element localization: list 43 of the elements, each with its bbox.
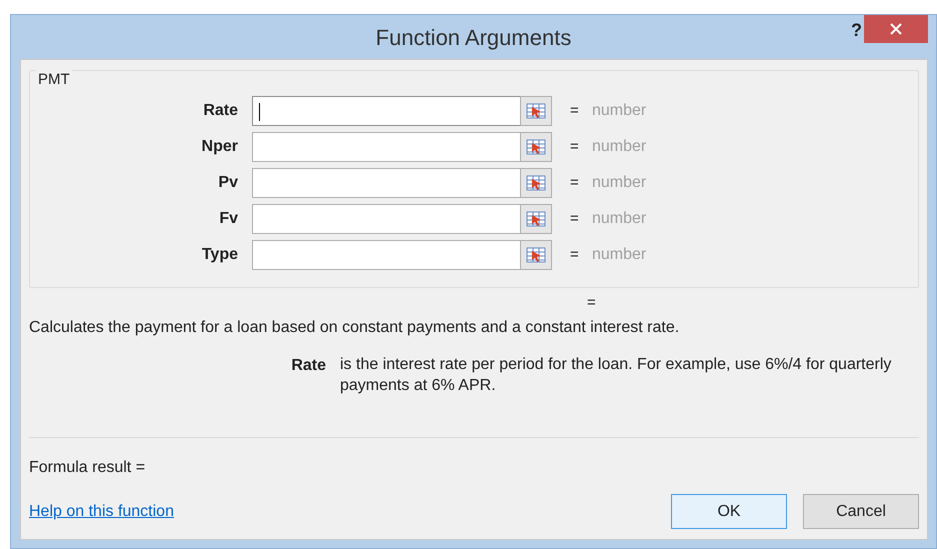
argument-label: Rate bbox=[202, 101, 239, 121]
close-button[interactable] bbox=[864, 15, 928, 43]
argument-label: Fv bbox=[218, 209, 239, 229]
spreadsheet-arrow-icon bbox=[526, 246, 546, 264]
argument-result: number bbox=[592, 245, 646, 265]
argument-result: number bbox=[592, 209, 646, 229]
formula-result: Formula result = bbox=[29, 459, 146, 476]
equals-sign: = bbox=[570, 244, 580, 265]
text-cursor bbox=[259, 103, 260, 121]
argument-field[interactable] bbox=[252, 204, 520, 234]
function-description: Calculates the payment for a loan based on constant payments and a constant interest rate. bbox=[29, 318, 680, 338]
spreadsheet-arrow-icon bbox=[526, 174, 546, 192]
argument-field[interactable] bbox=[252, 132, 520, 162]
argument-label: Pv bbox=[217, 173, 239, 193]
argument-field[interactable] bbox=[252, 96, 520, 126]
argument-result: number bbox=[592, 173, 646, 193]
help-link[interactable]: Help on this function bbox=[29, 500, 174, 524]
argument-field[interactable] bbox=[252, 240, 520, 270]
collapse-dialog-button[interactable] bbox=[520, 240, 552, 270]
collapse-dialog-button[interactable] bbox=[520, 132, 552, 162]
cancel-button[interactable]: Cancel bbox=[803, 494, 919, 529]
argument-description: is the interest rate per period for the loan. For example, use 6%/4 for quarterly payments at 6% APR. bbox=[340, 355, 892, 396]
argument-field[interactable] bbox=[252, 168, 520, 198]
collapse-dialog-button[interactable] bbox=[520, 168, 552, 198]
argument-result: number bbox=[592, 101, 646, 121]
equals-sign: = bbox=[570, 136, 580, 157]
spreadsheet-arrow-icon bbox=[526, 102, 546, 120]
equals-sign: = bbox=[570, 172, 580, 193]
argument-label: Type bbox=[200, 245, 239, 265]
equals-sign: = bbox=[570, 100, 580, 121]
collapse-dialog-button[interactable] bbox=[520, 204, 552, 234]
close-icon bbox=[890, 23, 902, 35]
argument-label: Nper bbox=[200, 137, 239, 157]
function-result: = bbox=[587, 294, 596, 311]
help-button[interactable]: ? bbox=[851, 17, 862, 44]
spreadsheet-arrow-icon bbox=[526, 210, 546, 228]
ok-button[interactable]: OK bbox=[671, 494, 787, 529]
window-title: Function Arguments bbox=[376, 24, 572, 52]
spreadsheet-arrow-icon bbox=[526, 138, 546, 156]
argument-name: Rate bbox=[290, 356, 327, 376]
argument-result: number bbox=[592, 137, 646, 157]
equals-sign: = bbox=[570, 208, 580, 229]
collapse-dialog-button[interactable] bbox=[520, 96, 552, 126]
